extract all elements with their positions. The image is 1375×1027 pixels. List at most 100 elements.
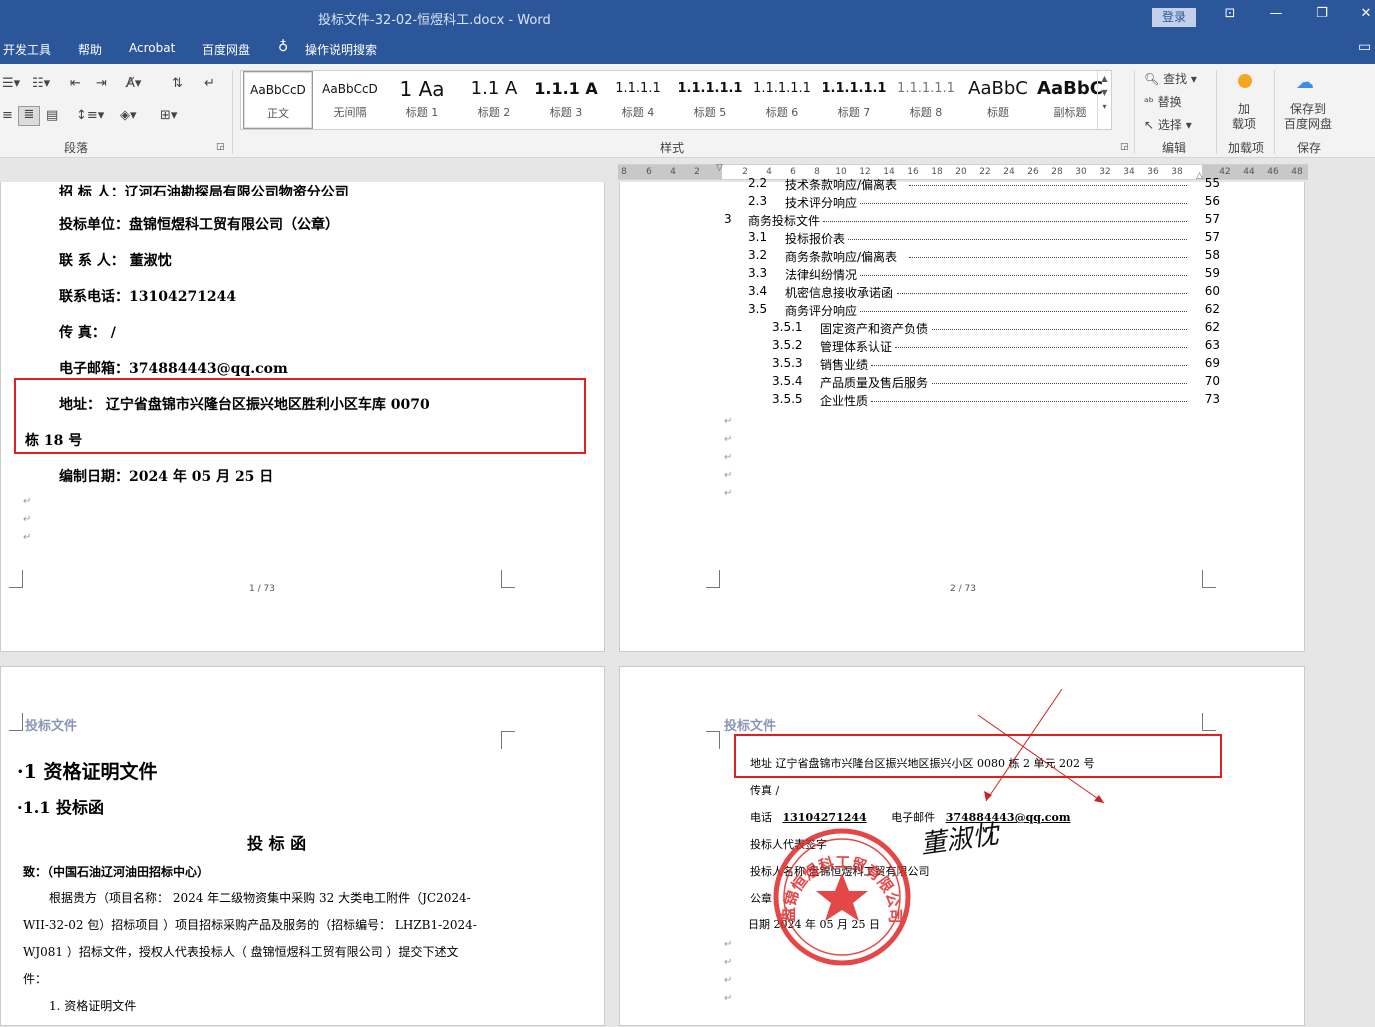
style-heading6[interactable]: 1.1.1.1.1 标题 6 [747, 71, 817, 129]
minimize-icon[interactable]: — [1266, 6, 1286, 21]
style-name: 标题 5 [693, 106, 727, 119]
style-preview: 1.1.1.1.1 [897, 81, 955, 96]
toc-leader [895, 338, 1187, 348]
toc-page: 56 [1204, 194, 1220, 208]
menu-acrobat[interactable]: Acrobat [129, 41, 175, 55]
show-marks-icon[interactable]: ↵ [204, 76, 215, 91]
style-no-spacing[interactable]: AaBbCcD 无间隔 [315, 71, 385, 129]
styles-group-label: 样式 [660, 141, 685, 155]
crop-mark [1202, 570, 1216, 588]
toc-number: 2.3 [748, 194, 768, 208]
style-normal[interactable]: AaBbCcD 正文 [243, 71, 313, 129]
toc-page: 63 [1204, 338, 1220, 352]
style-preview: AaBbC [968, 78, 1028, 99]
style-heading2[interactable]: 1.1 A 标题 2 [459, 71, 529, 129]
save-baidu-button[interactable]: 保存到 百度网盘 [1284, 102, 1332, 132]
style-name: 标题 6 [765, 106, 799, 119]
toc-entry[interactable]: 3.5.4 产品质量及售后服务 70 [620, 374, 1220, 390]
toc-entry[interactable]: 3 商务投标文件 57 [620, 212, 1220, 228]
replace-button[interactable]: ᵃᵇ 替换 [1144, 93, 1182, 110]
toc-page: 57 [1204, 212, 1220, 226]
style-heading7[interactable]: 1.1.1.1.1 标题 7 [819, 71, 889, 129]
list-item: 1. 资格证明文件 [49, 999, 137, 1013]
replace-label: 替换 [1157, 95, 1182, 109]
toc-entry[interactable]: 3.5.3 销售业绩 69 [620, 356, 1220, 372]
toc-entry[interactable]: 3.4 机密信息接收承诺函 60 [620, 284, 1220, 300]
toc-title: 销售业绩 [820, 358, 869, 372]
toc-page: 59 [1204, 266, 1220, 280]
toc-number: 3.5.2 [772, 338, 803, 352]
page-3: 投标文件 ·1 资格证明文件 ·1.1 投标函 投 标 函 致：（中国石油辽河油… [0, 666, 605, 1026]
toc-entry[interactable]: 3.5 商务评分响应 62 [620, 302, 1220, 318]
shading-icon[interactable]: ◈▾ [120, 108, 137, 123]
ribbon-display-icon[interactable]: ⊡ [1220, 6, 1240, 21]
styles-scroll[interactable]: ▲ ▼ ▾ [1097, 71, 1111, 129]
toc-page: 57 [1204, 230, 1220, 244]
toc-entry[interactable]: 3.3 法律纠纷情况 59 [620, 266, 1220, 282]
toc-number: 3.5.1 [772, 320, 803, 334]
style-subtitle[interactable]: AaBbC 副标题 [1035, 71, 1105, 129]
toc-entry[interactable]: 3.5.1 固定资产和资产负债 62 [620, 320, 1220, 336]
toc-leader [860, 194, 1187, 204]
page-number: 2 / 73 [950, 584, 976, 594]
select-button[interactable]: ↖ 选择 ▾ [1144, 116, 1192, 133]
increase-indent-icon[interactable]: ⇥ [96, 76, 107, 91]
toc-title: 投标报价表 [785, 232, 846, 246]
style-preview: 1.1.1 A [534, 79, 598, 98]
toc-entry[interactable]: 3.1 投标报价表 57 [620, 230, 1220, 246]
style-title[interactable]: AaBbC 标题 [963, 71, 1033, 129]
toc-entry[interactable]: 3.5.5 企业性质 73 [620, 392, 1220, 408]
align-left-icon[interactable]: ≡ [2, 108, 13, 123]
decrease-indent-icon[interactable]: ⇤ [70, 76, 81, 91]
numbering-icon[interactable]: ☷▾ [32, 76, 50, 91]
toc-entry[interactable]: 2.3 技术评分响应 56 [620, 194, 1220, 210]
letter-body-line: WJ081 ）招标文件，授权人代表投标人（ 盘锦恒煜科工贸有限公司 ）提交下述文 [23, 945, 459, 959]
paragraph-launcher-icon[interactable]: ◲ [216, 142, 225, 152]
style-heading3[interactable]: 1.1.1 A 标题 3 [531, 71, 601, 129]
borders-icon[interactable]: ⊞▾ [160, 108, 177, 123]
menu-help[interactable]: 帮助 [78, 41, 102, 58]
toc-page: 70 [1204, 374, 1220, 388]
page-2: 2.2 技术条款响应/偏离表 55 2.3 技术评分响应 56 3 商务投标文件 57 3.1 投标… [619, 176, 1305, 652]
distributed-icon[interactable]: ▤ [46, 108, 58, 123]
paragraph-mark: ↵ [23, 532, 32, 543]
addin-button[interactable]: 加 载项 [1232, 102, 1256, 132]
styles-gallery: AaBbCcD 正文 AaBbCcD 无间隔 1 Aa 标题 1 1.1 A 标题 2 … [240, 70, 1112, 130]
menu-baidu[interactable]: 百度网盘 [202, 41, 250, 58]
toc-entry[interactable]: 2.2 技术条款响应/偏离表 55 [620, 176, 1220, 192]
style-heading8[interactable]: 1.1.1.1.1 标题 8 [891, 71, 961, 129]
style-name: 标题 [987, 106, 1009, 119]
style-heading5[interactable]: 1.1.1.1.1 标题 5 [675, 71, 745, 129]
login-button[interactable]: 登录 [1152, 8, 1196, 27]
toc-entry[interactable]: 3.2 商务条款响应/偏离表 58 [620, 248, 1220, 264]
maximize-icon[interactable]: ❐ [1312, 6, 1332, 21]
letter-body-line: 根据贵方（项目名称： 2024 年二级物资集中采购 32 大类电工附件（JC20… [49, 891, 471, 905]
bullets-icon[interactable]: ☰▾ [2, 76, 20, 91]
sort-icon[interactable]: ⇅ [172, 76, 183, 91]
comment-icon[interactable]: ▭ [1358, 39, 1371, 55]
find-label: 查找 [1163, 72, 1188, 86]
styles-launcher-icon[interactable]: ◲ [1120, 142, 1129, 152]
title-bar: 投标文件-32-02-恒煜科工.docx - Word 登录 ⊡ — ❐ ✕ [0, 0, 1375, 34]
toc-leader [931, 320, 1187, 330]
close-icon[interactable]: ✕ [1356, 6, 1375, 21]
chinese-layout-icon[interactable]: A̸▾ [126, 76, 141, 91]
menu-developer[interactable]: 开发工具 [3, 41, 51, 58]
tell-me-search[interactable]: 操作说明搜索 [305, 41, 377, 58]
style-name: 正文 [267, 107, 289, 120]
style-heading1[interactable]: 1 Aa 标题 1 [387, 71, 457, 129]
tenderer-line: 招 标 人：辽河石油勘探局有限公司物资分公司 [59, 185, 349, 196]
style-heading4[interactable]: 1.1.1.1 标题 4 [603, 71, 673, 129]
toc-entry[interactable]: 3.5.2 管理体系认证 63 [620, 338, 1220, 354]
toc-page: 62 [1204, 302, 1220, 316]
indent-marker-icon[interactable]: ▽ [716, 163, 723, 173]
line-spacing-icon[interactable]: ↕≡▾ [76, 108, 104, 123]
red-cross-line [985, 688, 1063, 802]
justify-icon[interactable]: ≣ [18, 106, 40, 126]
toc-leader [870, 392, 1187, 402]
highlight-box [14, 378, 586, 454]
page-header: 投标文件 [25, 719, 78, 734]
red-cross-line [977, 714, 1105, 804]
toc-leader [848, 230, 1187, 240]
find-button[interactable]: 🔍︎ 查找 ▾ [1144, 70, 1197, 87]
